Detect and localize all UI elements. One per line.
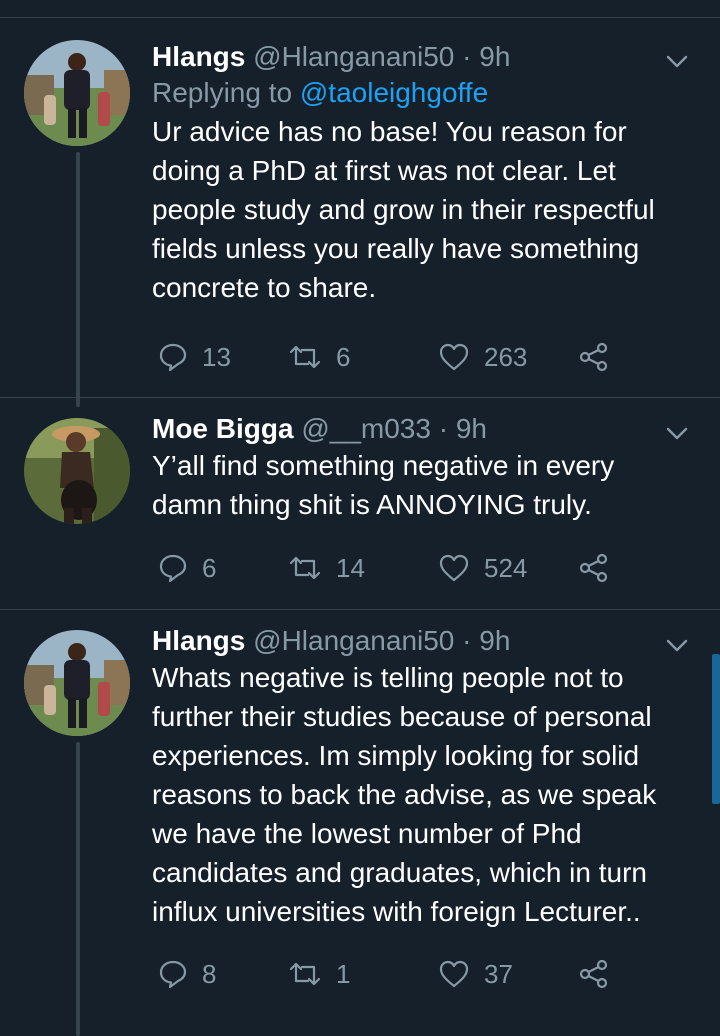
reply-button[interactable]: 6 (158, 548, 216, 588)
share-icon (579, 342, 608, 372)
tweet-content: Hlangs @Hlanganani50 · 9h Replying to @t… (152, 40, 690, 307)
display-name[interactable]: Hlangs (152, 625, 245, 656)
retweet-count: 1 (336, 958, 351, 989)
chevron-down-icon[interactable] (664, 420, 690, 446)
tweet-content: Moe Bigga @__m033 · 9h Y’all find someth… (152, 412, 690, 524)
retweet-count: 14 (336, 552, 365, 583)
retweet-icon (289, 962, 321, 986)
avatar[interactable] (24, 40, 130, 146)
tweet-actions: 6 14 524 (152, 548, 692, 588)
heart-icon (439, 343, 469, 371)
display-name[interactable]: Hlangs (152, 41, 245, 72)
timestamp[interactable]: 9h (479, 625, 510, 656)
tweet-divider (0, 397, 720, 398)
share-button[interactable] (578, 954, 610, 994)
tweet-actions: 13 6 263 (152, 337, 692, 377)
tweet-text: Ur advice has no base! You reason for do… (152, 116, 655, 303)
tweet-header: Hlangs @Hlanganani50 · 9h (152, 40, 690, 74)
share-button[interactable] (578, 337, 610, 377)
separator: · (462, 625, 472, 656)
reply-icon (159, 960, 187, 989)
separator: · (438, 413, 449, 444)
top-divider (0, 17, 720, 18)
retweet-icon (289, 556, 321, 580)
reply-icon (159, 343, 187, 372)
user-handle[interactable]: @__m033 (301, 413, 431, 444)
thread-line (76, 152, 80, 407)
retweet-button[interactable]: 1 (288, 954, 350, 994)
reply-button[interactable]: 13 (158, 337, 231, 377)
user-handle[interactable]: @Hlanganani50 (253, 625, 454, 656)
separator: · (462, 41, 472, 72)
replying-to: Replying to @taoleighgoffe (152, 74, 690, 112)
retweet-icon (289, 345, 321, 369)
like-count: 263 (484, 341, 528, 372)
reply-count: 8 (202, 958, 217, 989)
display-name[interactable]: Moe Bigga (152, 413, 294, 444)
share-icon (579, 553, 608, 583)
avatar[interactable] (24, 418, 130, 524)
scrollbar[interactable] (712, 654, 720, 804)
like-count: 37 (484, 958, 513, 989)
timestamp[interactable]: 9h (479, 41, 510, 72)
retweet-button[interactable]: 14 (288, 548, 365, 588)
like-button[interactable]: 524 (438, 548, 527, 588)
mention-link[interactable]: @taoleighgoffe (300, 77, 488, 108)
tweet-header: Moe Bigga @__m033 · 9h (152, 412, 690, 446)
retweet-count: 6 (336, 341, 351, 372)
tweet-actions: 8 1 37 (152, 954, 692, 994)
chevron-down-icon[interactable] (664, 632, 690, 658)
tweet-text: Y’all find something negative in every d… (152, 450, 615, 520)
like-button[interactable]: 263 (438, 337, 527, 377)
share-icon (579, 959, 608, 989)
reply-count: 13 (202, 341, 231, 372)
retweet-button[interactable]: 6 (288, 337, 350, 377)
like-button[interactable]: 37 (438, 954, 513, 994)
user-handle[interactable]: @Hlanganani50 (253, 41, 454, 72)
tweet-text: Whats negative is telling people not to … (152, 662, 657, 927)
reply-button[interactable]: 8 (158, 954, 216, 994)
reply-count: 6 (202, 552, 217, 583)
tweet-header: Hlangs @Hlanganani50 · 9h (152, 624, 690, 658)
timestamp[interactable]: 9h (456, 413, 487, 444)
chevron-down-icon[interactable] (664, 48, 690, 74)
heart-icon (439, 960, 469, 988)
reply-icon (159, 554, 187, 583)
thread-line (76, 742, 80, 1036)
tweet-content: Hlangs @Hlanganani50 · 9h Whats negative… (152, 624, 690, 931)
heart-icon (439, 554, 469, 582)
avatar[interactable] (24, 630, 130, 736)
tweet-divider (0, 609, 720, 610)
share-button[interactable] (578, 548, 610, 588)
like-count: 524 (484, 552, 528, 583)
replying-to-label: Replying to (152, 77, 293, 108)
